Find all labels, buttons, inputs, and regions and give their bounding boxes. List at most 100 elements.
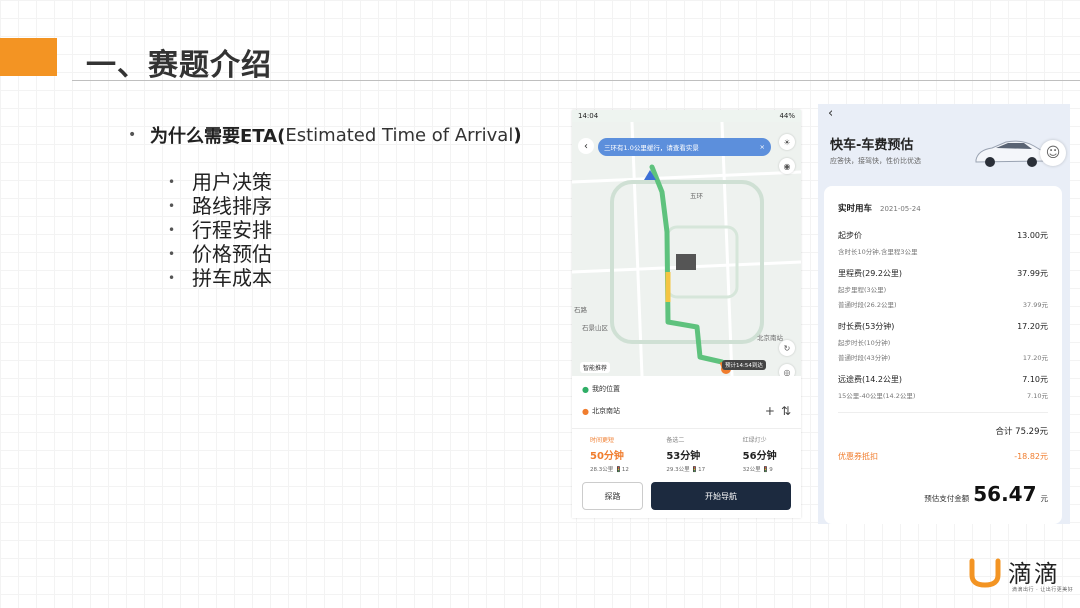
route-meta: 28.3公里 🚦12 [590, 467, 629, 473]
add-stop-icon[interactable]: + [765, 404, 775, 418]
fare-title: 快车-车费预估 [830, 138, 914, 153]
card-header: 实时用车 2021-05-24 [838, 202, 1048, 214]
logo-word: 滴滴 [1008, 560, 1060, 588]
layers-icon: ◉ [783, 161, 791, 171]
bullet-light-text: Estimated Time of Arrival [285, 124, 514, 146]
route-option[interactable]: 时间更短 50分钟 28.3公里 🚦12 [572, 435, 648, 473]
coupon-label: 优惠券抵扣 [838, 452, 878, 461]
destination-label: 北京南站 [592, 407, 620, 415]
route-meta: 32公里 🚦9 [742, 467, 773, 473]
divider [838, 412, 1048, 413]
refresh-icon: ↻ [783, 343, 791, 353]
battery-level: 44% [779, 112, 795, 120]
route-tag: 备选二 [666, 437, 685, 444]
didi-logo-icon [969, 558, 1001, 588]
list-item: • 行程安排 [168, 218, 272, 242]
map-label: 石路 [574, 306, 587, 314]
fee-name: 起步价 [838, 231, 862, 240]
eta-badge: 预计14:54到达 [722, 360, 766, 370]
fare-estimate-screenshot: ‹ 快车-车费预估 应答快，接驾快，性价比优选 ☺ 实时用车 2021-05-2… [818, 104, 1070, 524]
origin-label: 我的位置 [592, 385, 620, 393]
bullet-dot-icon: • [128, 127, 137, 143]
origin-row[interactable]: ● 我的位置 [572, 378, 801, 400]
route-option[interactable]: 备选二 53分钟 29.3公里 🚦17 [648, 435, 724, 473]
card-date: 2021-05-24 [880, 205, 921, 213]
fee-name: 远途费(14.2公里) [838, 375, 903, 384]
route-map[interactable]: ‹ 三环有1.0公里缓行，请查看实景 × 五环 石路 石景山区 北京南站 ☀ ◉… [572, 122, 801, 376]
action-buttons: 探路 开始导航 [582, 482, 791, 510]
bullet-dot-icon: • [168, 175, 176, 189]
close-icon[interactable]: × [760, 143, 765, 151]
route-meta: 29.3公里 🚦17 [666, 467, 706, 473]
locate-button[interactable]: ◎ [779, 364, 795, 376]
destination-row[interactable]: ● 北京南站 + ⇅ [572, 400, 801, 422]
destination-dot-icon: ● [582, 406, 589, 416]
chevron-left-icon: ‹ [584, 140, 588, 152]
traffic-notice[interactable]: 三环有1.0公里缓行，请查看实景 × [598, 138, 771, 156]
bullet-dot-icon: • [168, 247, 176, 261]
fee-list: 起步价 13.00元 含时长10分钟,含里程3公里 里程费(29.2公里) 37.9… [838, 230, 1048, 400]
explore-button[interactable]: 探路 [582, 482, 643, 510]
status-time: 14:04 [578, 112, 599, 120]
smart-recommend-tag: 智能推荐 [580, 362, 611, 373]
list-item: • 路线排序 [168, 194, 272, 218]
weather-icon: ☀ [783, 137, 791, 147]
chevron-left-icon[interactable]: ‹ [828, 106, 833, 121]
fee-value: 13.00元 [1017, 231, 1048, 240]
title-divider [72, 80, 1080, 81]
logo-tagline: 滴滴出行 · 让出行更美好 [1012, 587, 1074, 593]
bullet-close-text: ) [513, 124, 522, 146]
bullet-strong-text: 为什么需要ETA( [150, 126, 286, 147]
bullet-dot-icon: • [168, 271, 176, 285]
origin-dot-icon: ● [582, 384, 589, 394]
fare-card: 实时用车 2021-05-24 起步价 13.00元 含时长10分钟,含里程3公里… [824, 186, 1062, 524]
bullet-dot-icon: • [168, 223, 176, 237]
fee-sub-label: 普通时段(43分钟) [838, 354, 891, 362]
fee-value: 37.99元 [1017, 269, 1048, 278]
sub-item-label: 行程安排 [192, 218, 272, 242]
route-time: 56分钟 [742, 451, 777, 462]
layers-button[interactable]: ◉ [779, 158, 795, 174]
fee-sub-label: 起步时长(10分钟) [838, 339, 891, 347]
map-label: 五环 [690, 192, 703, 200]
notice-text: 三环有1.0公里缓行，请查看实景 [604, 144, 699, 152]
route-tag: 红绿灯少 [742, 437, 767, 444]
didi-logo: 滴滴 [966, 554, 1060, 589]
route-panel: ● 我的位置 ● 北京南站 + ⇅ [572, 378, 801, 422]
smile-icon[interactable]: ☺ [1040, 140, 1066, 166]
main-bullet: • 为什么需要ETA(Estimated Time of Arrival) [128, 122, 522, 148]
fee-value: 7.10元 [1022, 375, 1048, 384]
list-item: • 价格预估 [168, 242, 272, 266]
fee-sub-label: 普通时段(26.2公里) [838, 301, 897, 309]
route-options: 时间更短 50分钟 28.3公里 🚦12 备选二 53分钟 29.3公里 🚦17… [572, 428, 801, 473]
route-time: 53分钟 [666, 451, 701, 462]
pay-unit: 元 [1040, 494, 1049, 503]
weather-button[interactable]: ☀ [779, 134, 795, 150]
back-button[interactable]: ‹ [578, 138, 594, 154]
card-head-label: 实时用车 [838, 204, 873, 214]
fee-name: 里程费(29.2公里) [838, 269, 903, 278]
start-navigation-button[interactable]: 开始导航 [651, 482, 791, 510]
pay-estimate: 预估支付金额 56.47 元 [838, 482, 1048, 506]
navigation-screenshot: 14:04 44% ‹ 三环有1.0公里缓行，请查看实景 × 五环 石路 石景山… [572, 110, 801, 518]
sub-item-label: 路线排序 [192, 194, 272, 218]
pay-label: 预估支付金额 [924, 494, 970, 503]
fee-sub-value: 7.10元 [1027, 392, 1048, 400]
slide-title: 一、赛题介绍 [86, 48, 272, 83]
refresh-button[interactable]: ↻ [779, 340, 795, 356]
coupon-row[interactable]: 优惠券抵扣 -18.82元 [838, 451, 1048, 462]
sub-item-label: 用户决策 [192, 170, 272, 194]
fee-sub-label: 15公里-40公里(14.2公里) [838, 392, 916, 400]
list-item: • 拼车成本 [168, 266, 272, 290]
fee-item: 里程费(29.2公里) 37.99元 起步里程(3公里) 普通时段(26.2公里)… [838, 268, 1048, 309]
car-icon [975, 140, 1048, 167]
bullet-dot-icon: • [168, 199, 176, 213]
fee-item: 远途费(14.2公里) 7.10元 15公里-40公里(14.2公里) 7.10元 [838, 374, 1048, 400]
swap-icon[interactable]: ⇅ [781, 404, 791, 418]
map-label: 石景山区 [582, 324, 608, 332]
fare-total: 合计 75.29元 [995, 427, 1048, 437]
sub-item-label: 拼车成本 [192, 266, 272, 290]
list-item: • 用户决策 [168, 170, 272, 194]
map-label: 北京南站 [757, 334, 783, 342]
route-option[interactable]: 红绿灯少 56分钟 32公里 🚦9 [725, 435, 801, 473]
